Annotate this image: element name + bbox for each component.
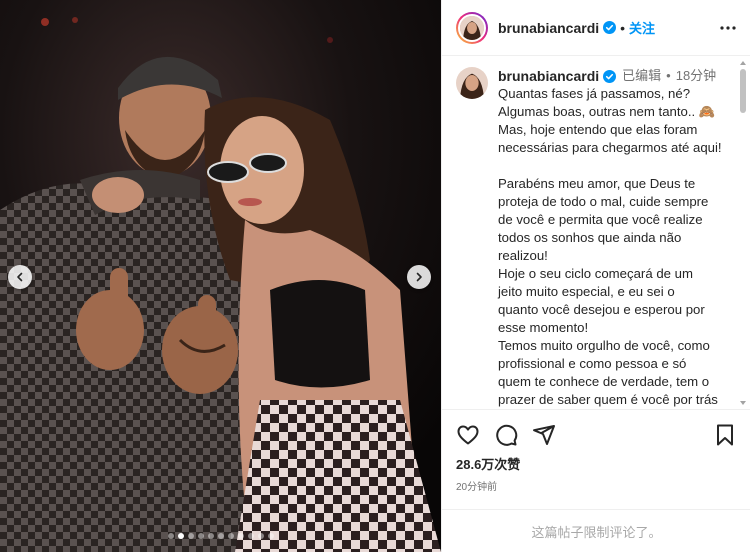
likes-count[interactable]: 28.6万次赞 [442,450,750,473]
caption-line: Temos muito orgulho de você, como [498,338,710,353]
chevron-left-icon [17,272,23,282]
carousel-dot [207,533,214,539]
carousel-dot [247,533,254,539]
caption-line: de você e permita que você realize [498,212,703,227]
save-button[interactable] [713,423,737,447]
carousel-dot [227,533,234,539]
carousel-dot [187,533,194,539]
carousel-dot [237,533,244,539]
header-username[interactable]: brunabiancardi [498,20,599,36]
heart-icon [457,425,479,445]
caption-line: Hoje o seu ciclo começará de um [498,266,693,281]
comment-icon [496,424,518,446]
time-separator: • [666,68,671,83]
caption-line: esse momento! [498,320,589,335]
scrollbar-thumb[interactable] [740,69,746,113]
caption-line: quanto você desejou e esperou por [498,302,705,317]
carousel-dot [167,533,174,539]
verified-badge-icon [603,21,617,34]
photo-image [0,0,441,552]
caption-line: Mas, hoje entendo que elas foram [498,122,698,137]
like-button[interactable] [456,423,480,447]
header-separator: • [620,19,626,36]
post-photo[interactable] [0,0,441,552]
post-sidebar: brunabiancardi • 关注 brunabiancardi 已编辑 • [441,0,750,552]
carousel-dot [197,533,204,539]
carousel-dot [177,533,184,539]
caption: brunabiancardi 已编辑 • 18分钟 Quantas fases … [442,57,750,409]
caption-line: profissional e como pessoa e só [498,356,687,371]
carousel-dot [257,533,264,539]
follow-button[interactable]: 关注 [629,18,655,37]
comments-limited-notice: 这篇帖子限制评论了。 [442,509,750,552]
carousel-prev-button[interactable] [8,265,32,289]
scroll-down-arrow-icon[interactable] [739,399,747,407]
send-icon [533,425,555,445]
avatar[interactable] [456,11,488,44]
post-header: brunabiancardi • 关注 [442,0,750,56]
avatar-image [460,15,484,40]
bookmark-icon [717,424,733,446]
caption-line: todos os sonhos que ainda não [498,230,682,245]
caption-line [498,157,738,175]
more-icon[interactable] [718,18,738,38]
edited-label: 已编辑 [622,68,662,83]
avatar-image [456,67,488,99]
caption-avatar[interactable] [456,67,488,99]
caption-username[interactable]: brunabiancardi [498,67,599,85]
share-button[interactable] [532,423,556,447]
caption-line: jeito muito especial, e eu sei o [498,284,675,299]
carousel-next-button[interactable] [407,265,431,289]
comment-button[interactable] [494,423,518,447]
caption-line: realizou! [498,248,548,263]
posted-time[interactable]: 20分钟前 [442,473,750,493]
comments-scrollbar[interactable] [738,57,748,409]
comments-area[interactable]: brunabiancardi 已编辑 • 18分钟 Quantas fases … [442,57,750,409]
caption-line: prazer de saber quem é você por trás [498,392,718,407]
chevron-right-icon [416,272,422,282]
caption-line: necessárias para chegarmos até aqui! [498,140,722,155]
caption-line: proteja de todo o mal, cuide sempre [498,194,709,209]
scroll-up-arrow-icon[interactable] [739,59,747,67]
carousel-dot [267,533,274,539]
caption-line: Parabéns meu amor, que Deus te [498,176,696,191]
caption-text: Quantas fases já passamos, né? Algumas bo… [498,85,738,409]
verified-badge-icon [603,69,617,83]
caption-line: Quantas fases já passamos, né? [498,86,691,101]
caption-time[interactable]: 18分钟 [676,67,716,85]
carousel-dot [217,533,224,539]
caption-line: Algumas boas, outras nem tanto.. 🙈 [498,104,716,119]
caption-line: quem te conhece de verdade, tem o [498,374,710,389]
post-actions: 28.6万次赞 20分钟前 [442,409,750,509]
carousel-indicator [0,533,441,539]
